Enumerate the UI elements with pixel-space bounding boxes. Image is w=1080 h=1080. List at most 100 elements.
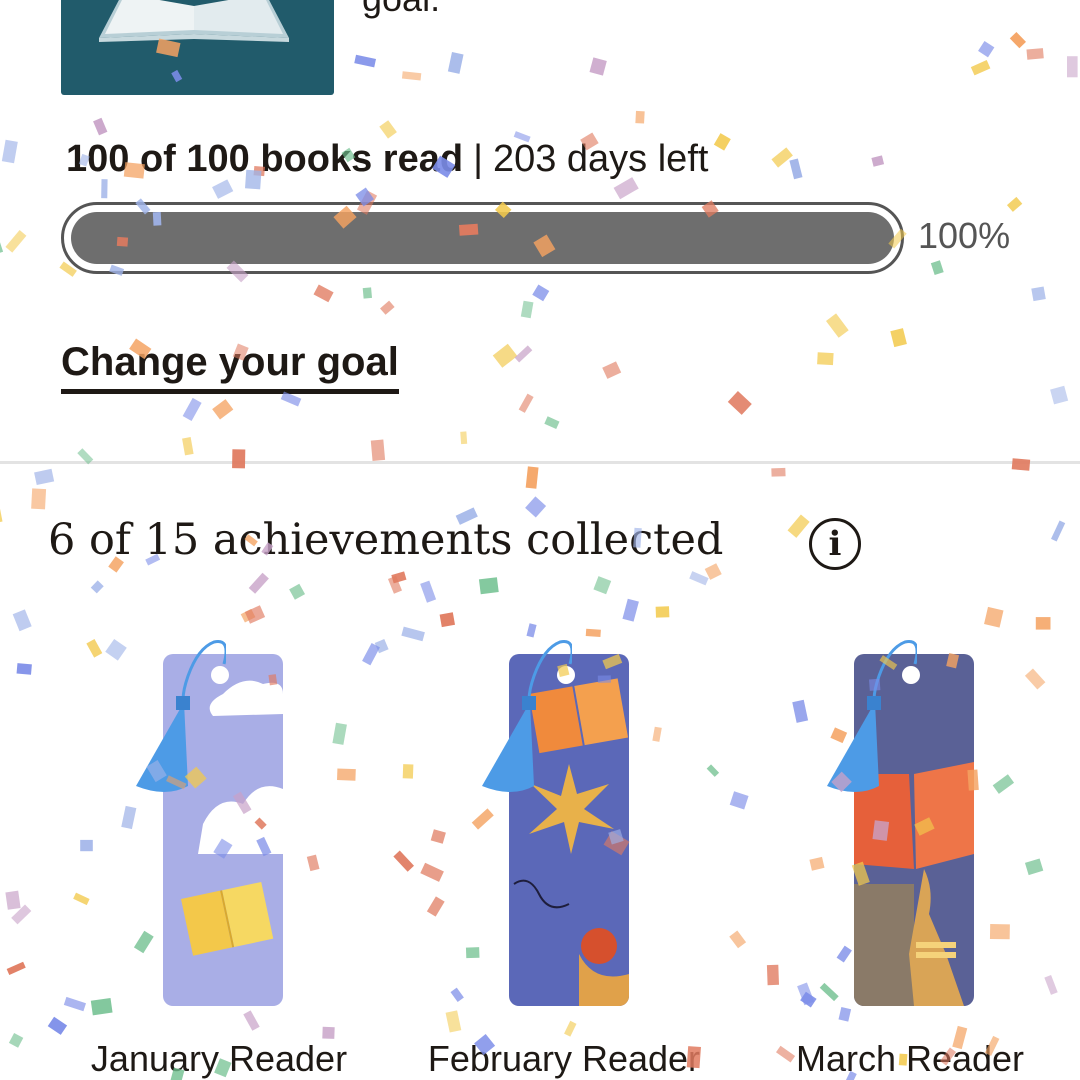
confetti-piece [244,605,266,624]
confetti-piece [420,580,437,603]
confetti-piece [86,639,103,658]
confetti-piece [80,839,93,852]
confetti-piece [240,608,256,623]
confetti-piece [727,391,752,415]
stats-separator: | [473,138,483,180]
progress-bar [61,202,904,274]
open-book-icon [99,0,289,42]
confetti-piece [430,829,446,844]
books-read-count: 100 of 100 books read [66,138,464,180]
confetti-piece [564,1020,577,1037]
confetti-piece [93,117,108,136]
confetti-piece [105,638,127,661]
confetti-piece [797,982,815,1006]
confetti-piece [401,71,422,81]
confetti-piece [362,643,380,666]
confetti-piece [447,52,464,74]
confetti-piece [652,726,662,742]
confetti-piece [16,663,32,675]
confetti-piece [1026,48,1044,60]
achievements-title: 6 of 15 achievements collected [48,515,724,565]
change-goal-link[interactable]: Change your goal [61,340,399,394]
confetti-piece [585,628,601,637]
confetti-piece [34,468,55,486]
confetti-piece [374,638,389,654]
confetti-piece [370,439,386,461]
confetti-piece [787,514,810,538]
confetti-piece [492,343,518,368]
confetti-piece [337,768,356,781]
confetti-piece [426,896,445,917]
confetti-piece [518,393,534,413]
confetti-piece [1044,975,1058,995]
confetti-piece [1067,56,1078,78]
confetti-piece [593,576,612,595]
confetti-piece [635,110,645,124]
confetti-piece [306,854,320,872]
confetti-piece [0,508,3,525]
confetti-piece [362,287,372,299]
progress-percent: 100% [918,215,1011,256]
confetti-piece [243,1010,260,1031]
confetti-piece [90,998,113,1016]
confetti-piece [838,1007,852,1022]
confetti-piece [589,57,607,76]
confetti-piece [182,437,194,456]
confetti-piece [1035,617,1051,630]
tassel-icon [827,639,917,792]
confetti-piece [622,598,639,622]
confetti-piece [520,300,534,319]
goal-page: goal. 100 of 100 books read|203 days lef… [0,0,1080,1080]
confetti-piece [332,722,347,745]
confetti-piece [602,361,622,379]
achievement-label-january: January Reader [90,1038,348,1079]
info-icon[interactable]: i [809,518,861,570]
confetti-piece [387,575,402,594]
confetti-piece [471,808,494,830]
confetti-piece [401,626,425,642]
confetti-piece [248,572,269,594]
progress-fill [71,212,894,264]
confetti-piece [771,147,793,168]
confetti-piece [402,764,414,779]
confetti-piece [984,606,1004,628]
confetti-piece [5,230,27,253]
confetti-piece [729,930,747,949]
confetti-piece [6,961,26,975]
confetti-piece [1050,385,1069,405]
confetti-piece [465,947,480,959]
confetti-piece [121,805,137,830]
confetti-piece [689,571,709,586]
confetti-piece [792,699,809,723]
confetti-piece [460,431,468,445]
confetti-piece [930,260,944,276]
confetti-piece [978,40,995,58]
confetti-piece [1024,858,1044,876]
confetti-piece [63,996,87,1012]
confetti-piece [232,449,246,469]
tassel-icon [136,639,226,792]
challenge-book-cover [61,0,334,95]
confetti-piece [800,991,817,1008]
confetti-piece [31,488,47,510]
confetti-piece [5,890,21,910]
confetti-piece [1024,668,1046,690]
confetti-piece [0,240,4,256]
confetti-piece [11,904,32,925]
confetti-piece [809,856,825,871]
confetti-piece [525,466,539,489]
confetti-piece [478,577,499,595]
confetti-piece [766,964,780,986]
confetti-piece [729,791,749,810]
confetti-piece [771,467,786,477]
confetti-piece [544,416,560,429]
confetti-piece [289,583,306,600]
confetti-piece [47,1016,68,1035]
confetti-piece [90,580,104,594]
confetti-piece [655,606,670,618]
confetti-piece [1009,31,1027,49]
confetti-piece [989,924,1010,940]
confetti-piece [445,1010,462,1033]
confetti-piece [713,133,731,151]
confetti-piece [825,313,849,338]
